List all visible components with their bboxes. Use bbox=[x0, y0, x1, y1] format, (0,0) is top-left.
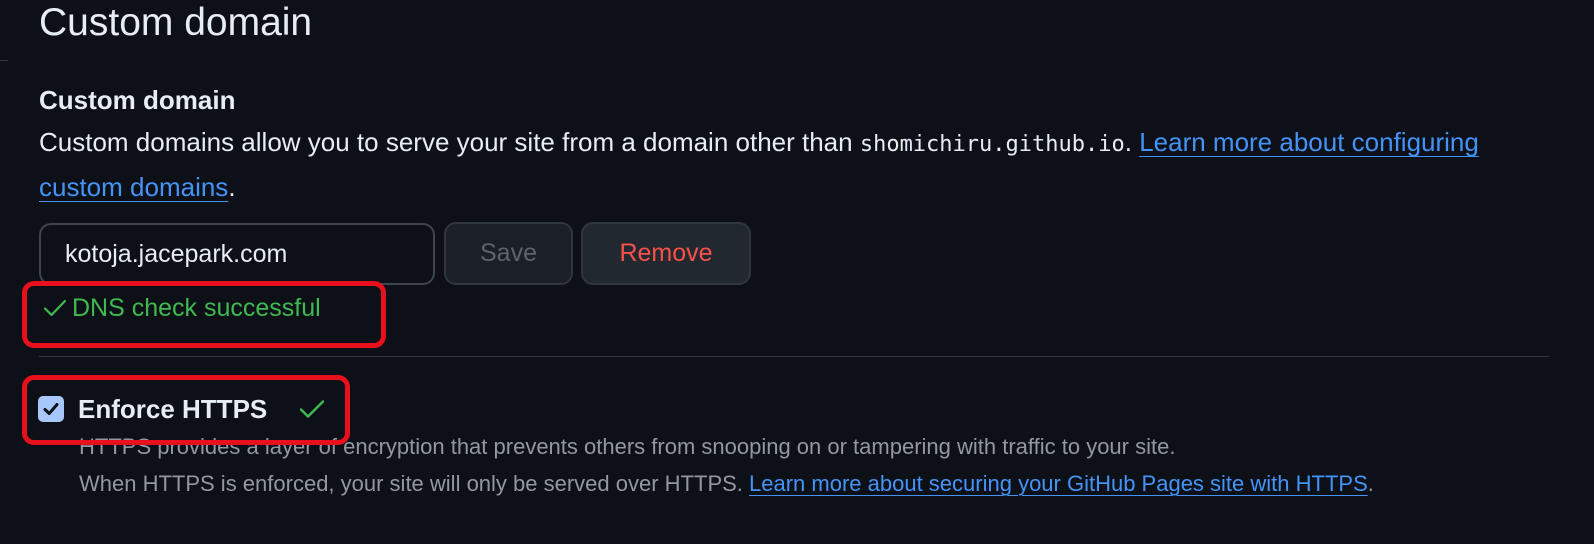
https-description-line1: HTTPS provides a layer of encryption tha… bbox=[79, 434, 1176, 459]
description-suffix: . bbox=[228, 172, 236, 202]
checkmark-icon bbox=[43, 403, 59, 415]
remove-button[interactable]: Remove bbox=[581, 222, 751, 285]
check-icon bbox=[43, 299, 67, 317]
check-icon bbox=[299, 400, 325, 418]
https-description: HTTPS provides a layer of encryption tha… bbox=[79, 428, 1559, 502]
custom-domain-input[interactable] bbox=[39, 223, 435, 285]
enforce-https-checkbox[interactable] bbox=[38, 396, 64, 422]
custom-domain-description: Custom domains allow you to serve your s… bbox=[39, 121, 1489, 208]
learn-more-https-link[interactable]: Learn more about securing your GitHub Pa… bbox=[749, 471, 1368, 496]
enforce-https-label[interactable]: Enforce HTTPS bbox=[78, 392, 267, 426]
description-prefix: Custom domains allow you to serve your s… bbox=[39, 127, 860, 157]
section-heading: Custom domain bbox=[39, 85, 236, 115]
dns-check-status: DNS check successful bbox=[42, 290, 321, 326]
https-description-line2: When HTTPS is enforced, your site will o… bbox=[79, 471, 1374, 496]
section-divider bbox=[39, 356, 1549, 357]
page-title: Custom domain bbox=[39, 1, 313, 44]
save-button[interactable]: Save bbox=[444, 222, 573, 285]
dns-status-text: DNS check successful bbox=[72, 293, 321, 322]
divider-stub bbox=[0, 60, 8, 61]
description-separator: . bbox=[1124, 127, 1140, 157]
default-domain: shomichiru.github.io bbox=[859, 132, 1125, 157]
